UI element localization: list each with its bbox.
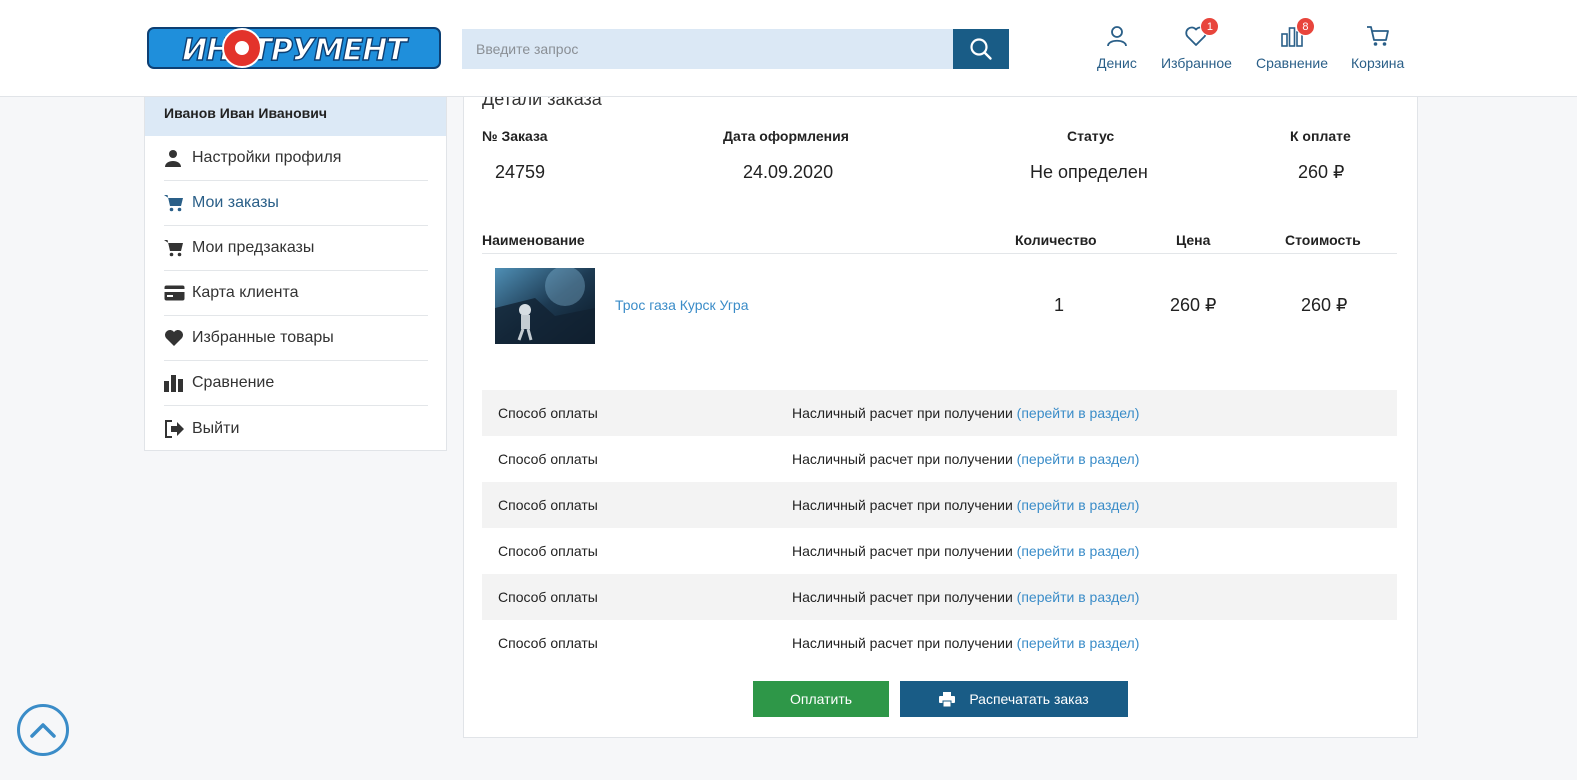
compare-count-badge: 8	[1295, 17, 1315, 36]
go-to-section-link[interactable]: (перейти в раздел)	[1017, 497, 1140, 513]
order-topay-header: К оплате	[1290, 128, 1351, 144]
order-number-header: № Заказа	[482, 128, 548, 144]
search-input[interactable]	[462, 29, 953, 69]
payment-row-value: Насличный расчет при получении	[792, 451, 1013, 467]
sidebar-item-my-orders[interactable]: Мои заказы	[164, 181, 428, 226]
sidebar-item-label: Мои предзаказы	[192, 239, 315, 256]
order-number: 24759	[495, 162, 546, 182]
order-status: Не определен	[1030, 162, 1148, 182]
sidebar-item-label: Мои заказы	[192, 194, 279, 211]
column-header-quantity: Количество	[1015, 232, 1097, 248]
card-icon	[164, 285, 185, 301]
sidebar-item-label: Избранные товары	[192, 329, 334, 346]
sidebar-item-label: Сравнение	[192, 374, 275, 391]
favorites-label: Избранное	[1161, 55, 1232, 71]
cart-icon	[1366, 26, 1389, 46]
sidebar-item-compare[interactable]: Сравнение	[164, 361, 428, 406]
site-header: ИНСТРУМЕНТ Денис 1 Избранное	[0, 0, 1577, 97]
payment-row-value: Насличный расчет при получении	[792, 635, 1013, 651]
payment-row: Способ оплаты Насличный расчет при получ…	[482, 482, 1397, 528]
logout-icon	[165, 419, 184, 438]
cart-label: Корзина	[1351, 55, 1405, 71]
favorites-count-badge: 1	[1200, 17, 1220, 36]
scroll-to-top-button[interactable]	[17, 704, 69, 756]
table-header-divider	[482, 253, 1397, 254]
payment-row: Способ оплаты Насличный расчет при получ…	[482, 390, 1397, 436]
print-order-button[interactable]: Распечатать заказ	[900, 681, 1128, 717]
account-label: Денис	[1097, 55, 1137, 71]
sidebar-item-my-preorders[interactable]: Мои предзаказы	[164, 226, 428, 271]
payment-row: Способ оплаты Насличный расчет при получ…	[482, 528, 1397, 574]
site-logo[interactable]: ИНСТРУМЕНТ	[146, 24, 442, 72]
order-details-panel: Детали заказа № Заказа Дата оформления С…	[463, 60, 1418, 738]
cart-icon	[164, 195, 183, 212]
sidebar-item-logout[interactable]: Выйти	[164, 406, 428, 451]
go-to-section-link[interactable]: (перейти в раздел)	[1017, 589, 1140, 605]
sidebar-item-client-card[interactable]: Карта клиента	[164, 271, 428, 316]
sidebar-item-label: Выйти	[192, 419, 240, 437]
bars-icon	[164, 374, 183, 392]
product-image	[495, 268, 595, 344]
go-to-section-link[interactable]: (перейти в раздел)	[1017, 635, 1140, 651]
payment-row-label: Способ оплаты	[498, 405, 598, 421]
payment-row-label: Способ оплаты	[498, 589, 598, 605]
user-icon	[165, 150, 181, 167]
column-header-name: Наименование	[482, 232, 585, 248]
payment-row: Способ оплаты Насличный расчет при получ…	[482, 436, 1397, 482]
logo-text: ИНСТРУМЕНТ	[182, 33, 409, 68]
profile-sidebar: Иванов Иван Иванович Настройки профиля М…	[144, 60, 447, 451]
pay-button[interactable]: Оплатить	[753, 681, 889, 717]
cart-icon	[164, 240, 183, 257]
chevron-up-icon	[30, 723, 56, 738]
payment-row-value: Насличный расчет при получении	[792, 589, 1013, 605]
user-full-name: Иванов Иван Иванович	[164, 105, 328, 121]
order-topay: 260 ₽	[1298, 162, 1345, 182]
payment-row-label: Способ оплаты	[498, 451, 598, 467]
order-status-header: Статус	[1067, 128, 1115, 144]
payment-row-value: Насличный расчет при получении	[792, 405, 1013, 421]
payment-row-value: Насличный расчет при получении	[792, 497, 1013, 513]
print-order-label: Распечатать заказ	[969, 691, 1089, 707]
product-thumbnail[interactable]	[495, 268, 595, 344]
sidebar-item-label: Настройки профиля	[192, 149, 342, 166]
compare-label: Сравнение	[1256, 55, 1328, 71]
payment-info-list: Способ оплаты Насличный расчет при получ…	[482, 390, 1397, 666]
sidebar-item-favorites[interactable]: Избранные товары	[164, 316, 428, 361]
payment-row-value: Насличный расчет при получении	[792, 543, 1013, 559]
payment-row-label: Способ оплаты	[498, 635, 598, 651]
account-link[interactable]: Денис	[1097, 22, 1137, 78]
sidebar-item-label: Карта клиента	[192, 284, 299, 301]
compare-link[interactable]: 8 Сравнение	[1256, 17, 1328, 78]
product-cost: 260 ₽	[1301, 295, 1348, 315]
user-icon	[1107, 26, 1127, 47]
heart-icon	[165, 330, 183, 346]
go-to-section-link[interactable]: (перейти в раздел)	[1017, 451, 1140, 467]
search-button[interactable]	[953, 29, 1009, 69]
printer-icon	[939, 691, 956, 707]
order-date-header: Дата оформления	[723, 128, 849, 144]
payment-row-label: Способ оплаты	[498, 543, 598, 559]
go-to-section-link[interactable]: (перейти в раздел)	[1017, 405, 1140, 421]
product-quantity: 1	[1054, 295, 1065, 315]
column-header-price: Цена	[1176, 232, 1211, 248]
product-price: 260 ₽	[1170, 295, 1217, 315]
favorites-link[interactable]: 1 Избранное	[1161, 17, 1232, 78]
payment-row-label: Способ оплаты	[498, 497, 598, 513]
order-date: 24.09.2020	[743, 162, 834, 182]
go-to-section-link[interactable]: (перейти в раздел)	[1017, 543, 1140, 559]
cart-link[interactable]: Корзина	[1351, 22, 1404, 78]
column-header-cost: Стоимость	[1285, 232, 1361, 248]
payment-row: Способ оплаты Насличный расчет при получ…	[482, 574, 1397, 620]
product-link[interactable]: Трос газа Курск Угра	[615, 297, 749, 313]
search-icon	[970, 38, 992, 60]
sidebar-item-profile-settings[interactable]: Настройки профиля	[164, 136, 428, 181]
payment-row: Способ оплаты Насличный расчет при получ…	[482, 620, 1397, 666]
